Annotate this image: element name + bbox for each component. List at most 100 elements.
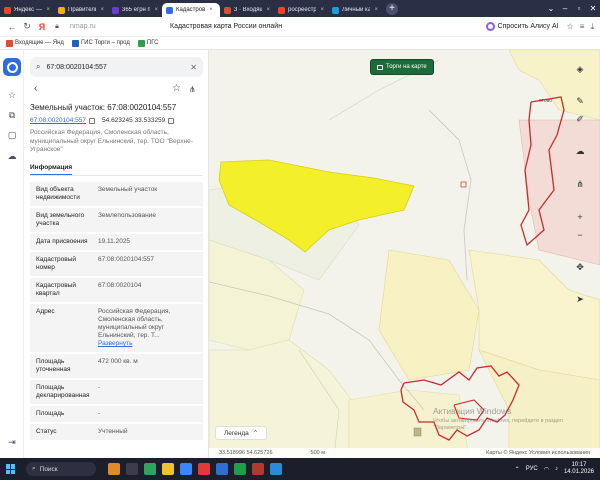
info-row: Площадь - <box>30 406 203 424</box>
info-label: Адрес <box>30 304 92 352</box>
upload-icon[interactable]: ☁ <box>569 142 591 160</box>
browser-tab[interactable]: Правительст × <box>54 3 108 17</box>
language-indicator[interactable]: РУС <box>526 466 538 472</box>
chevron-up-icon[interactable]: ⌃ <box>515 466 520 473</box>
move-icon[interactable]: ✥ <box>569 258 591 276</box>
excel-icon[interactable] <box>234 463 246 475</box>
cloud-icon[interactable]: ☁ <box>7 151 17 161</box>
app-logo[interactable] <box>3 58 21 76</box>
share-map-icon[interactable]: ⋔ <box>569 175 591 193</box>
menu-icon[interactable]: ≡ <box>580 22 585 32</box>
object-ids: 67:08:0020104:557 54.623245 33.533259 <box>30 117 175 124</box>
alisa-button[interactable]: Спросить Алису AI <box>485 22 559 31</box>
page-title: Кадастровая карта России онлайн <box>170 23 283 30</box>
explorer-icon[interactable] <box>162 463 174 475</box>
auctions-map-button[interactable]: Торги на карте <box>371 60 433 74</box>
clock[interactable]: 10:17 14.01.2026 <box>564 462 594 476</box>
tab-close-icon[interactable]: × <box>154 7 158 13</box>
word-icon[interactable] <box>216 463 228 475</box>
app-icon[interactable] <box>270 463 282 475</box>
system-tray: ⌃ РУС ◠ ♪ 10:17 14.01.2026 <box>515 462 594 476</box>
map-view[interactable]: отово Торги на карте ◈ ✎ ✐ ☁ ⋔ + − ✥ ➤ А… <box>209 50 600 458</box>
tab-close-icon[interactable]: × <box>209 7 213 13</box>
tab-close-icon[interactable]: × <box>374 7 378 13</box>
bookmark-item[interactable]: ПГС <box>137 39 159 47</box>
map-copyright[interactable]: Карты © Яндекс Условия использования <box>486 450 590 456</box>
clear-icon[interactable]: ✕ <box>190 63 197 72</box>
coords-text[interactable]: 54.623245 33.533259 <box>102 117 165 124</box>
widgets-icon[interactable] <box>108 463 120 475</box>
locate-icon[interactable]: ➤ <box>569 290 591 308</box>
expand-link[interactable]: Развернуть <box>98 340 132 347</box>
browser-tab[interactable]: Кадастров × <box>162 3 220 17</box>
tab-divider <box>30 175 203 176</box>
pdf-icon[interactable] <box>252 463 264 475</box>
info-value: Земельный участок <box>92 182 203 206</box>
browser-tab[interactable]: Личный каби× <box>328 3 382 17</box>
store-icon[interactable] <box>180 463 192 475</box>
reload-icon[interactable]: ↻ <box>21 21 33 33</box>
edge-icon[interactable] <box>144 463 156 475</box>
browser-tab[interactable]: росреестр п× <box>274 3 328 17</box>
info-row: Площадь уточненная 472 000 кв. м <box>30 354 203 380</box>
zoom-out-icon[interactable]: − <box>569 226 591 244</box>
windows-watermark-title: Активация Windows <box>433 406 512 416</box>
browser-tab[interactable]: Яндекс — был × <box>0 3 54 17</box>
copy-icon[interactable] <box>168 117 175 124</box>
windows-start-icon[interactable] <box>6 464 16 474</box>
layers-icon[interactable]: ◈ <box>569 60 591 78</box>
tab-search-icon[interactable]: ⌄ <box>544 4 558 13</box>
wifi-icon[interactable]: ◠ <box>544 466 549 473</box>
address-bar: ← ↻ Я 🔒︎ nmap.ru Кадастровая карта Росси… <box>0 17 600 37</box>
info-label: Площадь уточненная <box>30 354 92 378</box>
ruler-icon[interactable]: ✎ <box>569 92 591 110</box>
tab-label: Яндекс — был <box>14 7 42 13</box>
info-row: Статус Учтенный <box>30 424 203 442</box>
left-nav: ☆ ⧉ ▢ ☁ ⇥ <box>0 50 24 458</box>
download-icon[interactable]: ⤓ <box>590 22 594 32</box>
tab-close-icon[interactable]: × <box>100 7 104 13</box>
new-tab-button[interactable]: + <box>386 2 398 15</box>
minimize-button[interactable]: – <box>558 4 572 13</box>
taskbar-search-label: Поиск <box>39 465 58 473</box>
tab-close-icon[interactable]: × <box>320 7 324 13</box>
back-icon[interactable]: ← <box>6 21 18 33</box>
legend-button[interactable]: Легенда ⌃ <box>215 426 267 440</box>
search-box[interactable]: ⌕ 67:08:0020104:557 ✕ <box>30 57 203 77</box>
tab-close-icon[interactable]: × <box>266 7 270 13</box>
close-window-button[interactable]: ✕ <box>586 4 600 13</box>
url-field[interactable]: nmap.ru <box>70 23 96 30</box>
browser-tab[interactable]: 365 егрн публ× <box>108 3 162 17</box>
yandex-icon[interactable]: Я <box>36 21 48 33</box>
zoom-in-icon[interactable]: + <box>569 208 591 226</box>
bookmark-icon[interactable]: ☆ <box>567 22 574 32</box>
bookmark-label: ПГС <box>146 40 159 46</box>
back-arrow-icon[interactable]: ‹ <box>34 83 37 94</box>
map-canvas[interactable] <box>209 50 600 458</box>
bookmark-item[interactable]: Входящие — Янд <box>6 39 64 47</box>
tab-close-icon[interactable]: × <box>46 7 50 13</box>
login-icon[interactable]: ⇥ <box>7 437 17 447</box>
tab-favicon-icon <box>166 6 173 14</box>
small-parcel <box>413 427 422 437</box>
yandex-browser-icon[interactable] <box>198 463 210 475</box>
bookmark-item[interactable]: ГИС Торги – прод <box>71 39 130 47</box>
select-area-icon[interactable]: ▢ <box>7 130 17 140</box>
taskbar-search[interactable]: ⌕ Поиск <box>26 462 96 476</box>
share-icon[interactable]: ⋔ <box>189 85 196 94</box>
clock-time: 10:17 <box>571 462 587 468</box>
browser-tab[interactable]: 3 · Входящие× <box>220 3 274 17</box>
copy-icon[interactable] <box>89 117 96 124</box>
place-label: отово <box>539 98 553 104</box>
edit-icon[interactable]: ✐ <box>569 110 591 128</box>
maximize-button[interactable]: ▫ <box>572 4 586 13</box>
search-input[interactable]: 67:08:0020104:557 <box>46 64 106 71</box>
cad-number-link[interactable]: 67:08:0020104:557 <box>30 117 86 124</box>
favorites-icon[interactable]: ☆ <box>7 90 17 100</box>
task-view-icon[interactable] <box>126 463 138 475</box>
volume-icon[interactable]: ♪ <box>555 466 558 472</box>
windows-watermark-text: Чтобы активировать Windows, перейдите в … <box>433 418 563 431</box>
favorite-star-icon[interactable]: ☆ <box>172 83 181 94</box>
small-parcel <box>460 181 467 188</box>
layers-nav-icon[interactable]: ⧉ <box>7 110 17 120</box>
